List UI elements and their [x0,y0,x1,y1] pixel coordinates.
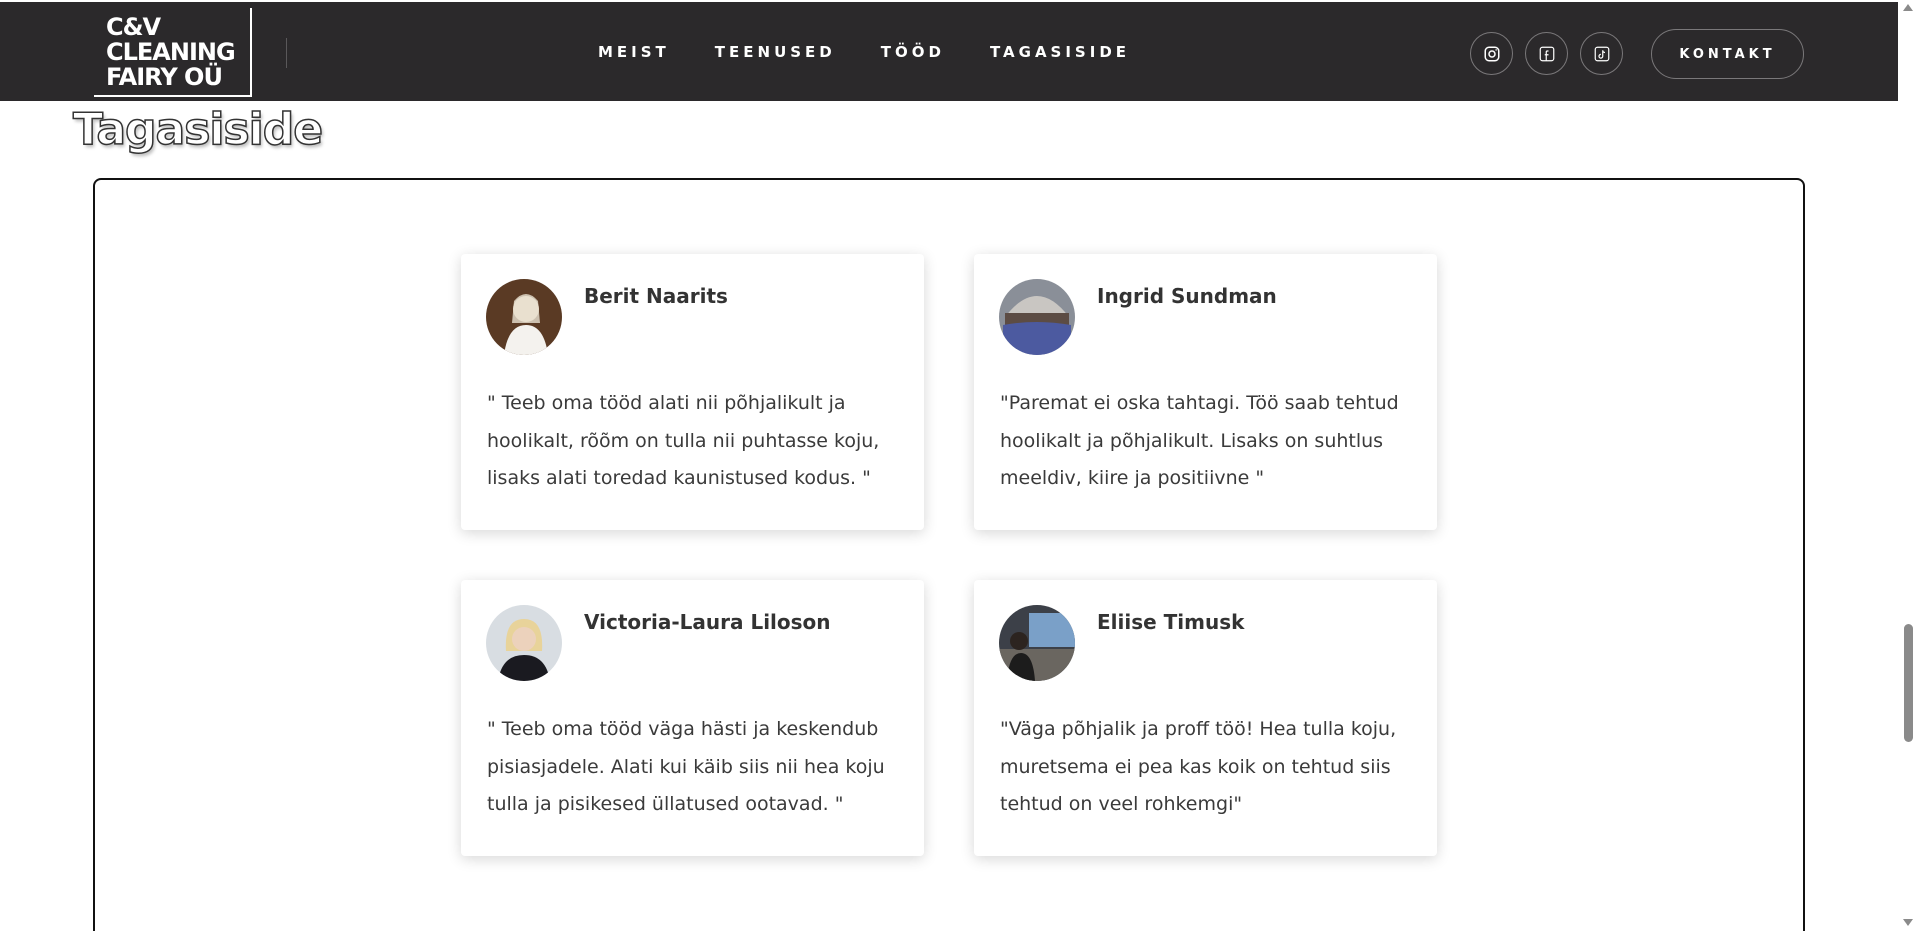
social-links [1470,32,1623,75]
testimonial-card: Eliise Timusk "Väga põhjalik ja proff tö… [974,580,1437,856]
review-quote: " Teeb oma tööd alati nii põhjalikult ja… [487,392,880,489]
header-divider [286,38,287,68]
instagram-icon [1484,46,1499,61]
logo-line: FAIRY OÜ [106,63,223,91]
facebook-button[interactable] [1525,32,1568,75]
nav-item-meist[interactable]: MEIST [598,2,670,103]
nav-item-tood[interactable]: TÖÖD [881,2,945,103]
logo-line: CLEANING [106,38,236,66]
facebook-icon [1539,46,1554,61]
reviewer-name: Berit Naarits [584,284,728,308]
page-scrollbar[interactable] [1898,0,1918,931]
contact-button[interactable]: KONTAKT [1651,29,1804,79]
testimonial-card: Ingrid Sundman "Paremat ei oska tahtagi.… [974,254,1437,530]
scroll-thumb[interactable] [1904,624,1913,742]
scroll-up-arrow-icon[interactable] [1903,4,1913,11]
testimonial-card: Victoria-Laura Liloson " Teeb oma tööd v… [461,580,924,856]
reviewer-name: Eliise Timusk [1097,610,1245,634]
site-header: C&V CLEANING FAIRY OÜ MEIST TEENUSED TÖÖ… [0,0,1898,103]
instagram-button[interactable] [1470,32,1513,75]
avatar [999,605,1075,681]
review-quote: "Väga põhjalik ja proff töö! Hea tulla k… [1000,718,1397,815]
scroll-down-arrow-icon[interactable] [1903,919,1913,926]
avatar [486,605,562,681]
avatar [486,279,562,355]
main-nav: MEIST TEENUSED TÖÖD TAGASISIDE [598,2,1175,103]
site-logo[interactable]: C&V CLEANING FAIRY OÜ [94,8,252,97]
nav-item-tagasiside[interactable]: TAGASISIDE [989,2,1130,103]
page-title: Tagasiside [72,103,324,156]
tiktok-icon [1594,46,1609,61]
review-quote: "Paremat ei oska tahtagi. Töö saab tehtu… [1000,392,1399,489]
nav-item-teenused[interactable]: TEENUSED [715,2,836,103]
logo-line: C&V [106,13,161,41]
testimonials-frame: Berit Naarits " Teeb oma tööd alati nii … [93,178,1805,931]
reviewer-name: Victoria-Laura Liloson [584,610,831,634]
review-quote: " Teeb oma tööd väga hästi ja keskendub … [487,718,885,815]
reviewer-name: Ingrid Sundman [1097,284,1277,308]
testimonial-card: Berit Naarits " Teeb oma tööd alati nii … [461,254,924,530]
avatar [999,279,1075,355]
tiktok-button[interactable] [1580,32,1623,75]
